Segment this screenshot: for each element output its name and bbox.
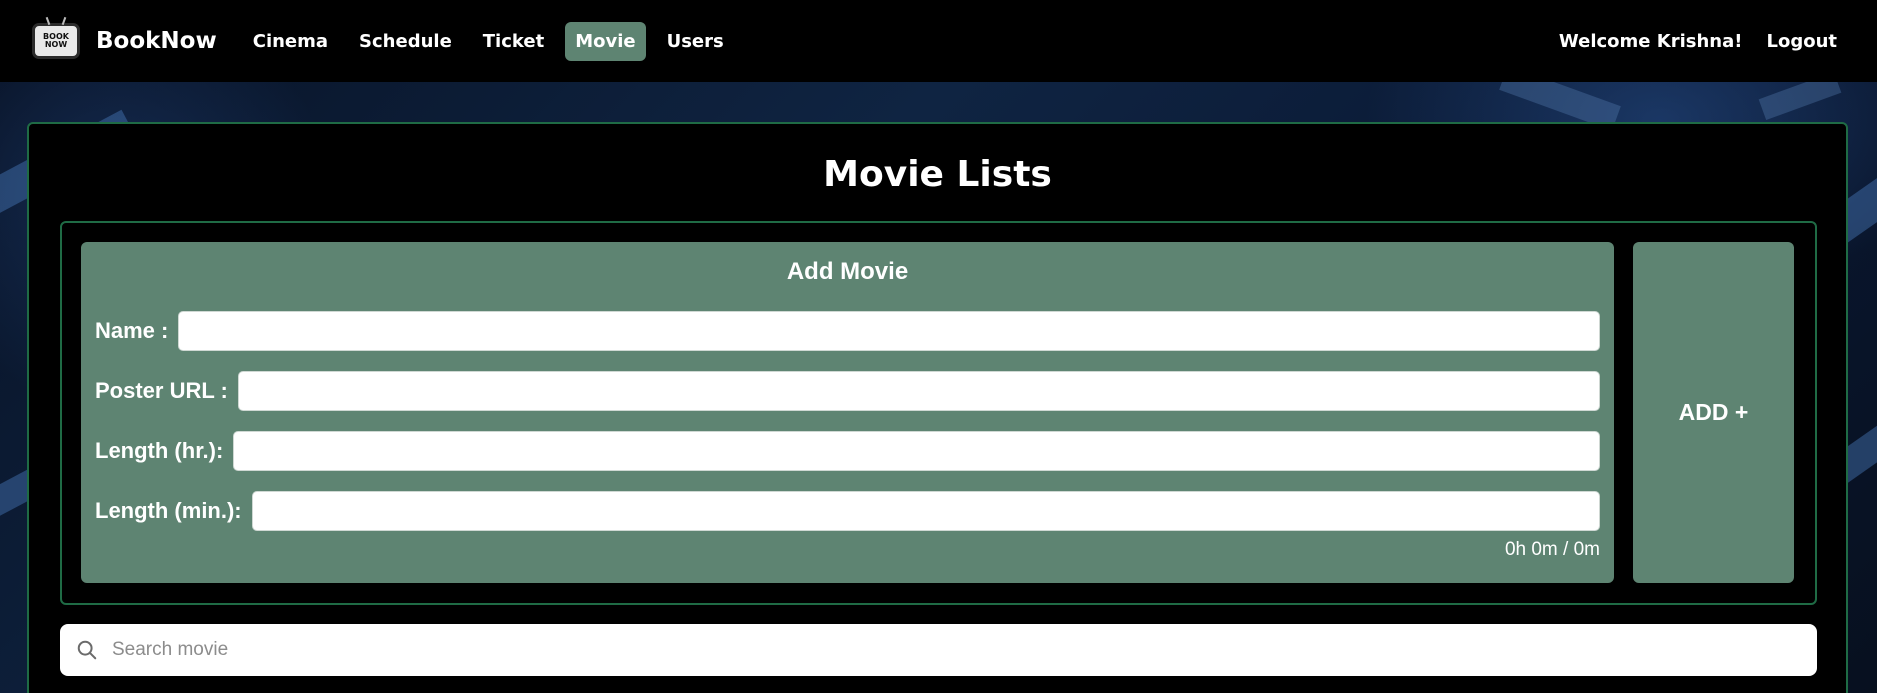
search-input[interactable] [112,639,1801,661]
search-icon [77,640,97,660]
poster-url-row: Poster URL : [95,371,1600,411]
logout-button[interactable]: Logout [1766,31,1837,52]
brand-logo[interactable]: BOOK NOW [32,23,80,59]
nav-item-ticket[interactable]: Ticket [473,22,554,61]
length-hr-row: Length (hr.): [95,431,1600,471]
length-min-row: Length (min.): [95,491,1600,531]
search-bar [60,624,1817,676]
length-min-input[interactable] [251,491,1600,531]
welcome-text: Welcome Krishna! [1558,30,1743,52]
name-input[interactable] [178,311,1600,351]
add-movie-form: Add Movie Name : Poster URL : Length (hr… [81,242,1614,583]
nav-item-users[interactable]: Users [657,22,734,61]
name-row: Name : [95,311,1600,351]
poster-url-input[interactable] [237,371,1600,411]
length-min-label: Length (min.): [95,498,242,523]
nav-item-schedule[interactable]: Schedule [349,22,462,61]
poster-url-label: Poster URL : [95,378,228,403]
nav-item-movie[interactable]: Movie [565,21,646,61]
add-movie-button[interactable]: ADD + [1633,242,1794,583]
page-title: Movie Lists [823,154,1052,195]
length-hr-label: Length (hr.): [95,438,224,463]
duration-summary: 0h 0m / 0m [1504,539,1600,560]
navbar: BOOK NOW BookNow Cinema Schedule Ticket … [0,0,1877,82]
length-hr-input[interactable] [233,431,1600,471]
nav-item-cinema[interactable]: Cinema [243,22,338,61]
movie-list-panel: Movie Lists Add Movie Name : Poster URL … [27,122,1848,693]
name-label: Name : [95,318,169,343]
add-movie-title: Add Movie [786,258,909,285]
add-movie-section: Add Movie Name : Poster URL : Length (hr… [60,221,1817,605]
brand-name[interactable]: BookNow [96,28,217,54]
